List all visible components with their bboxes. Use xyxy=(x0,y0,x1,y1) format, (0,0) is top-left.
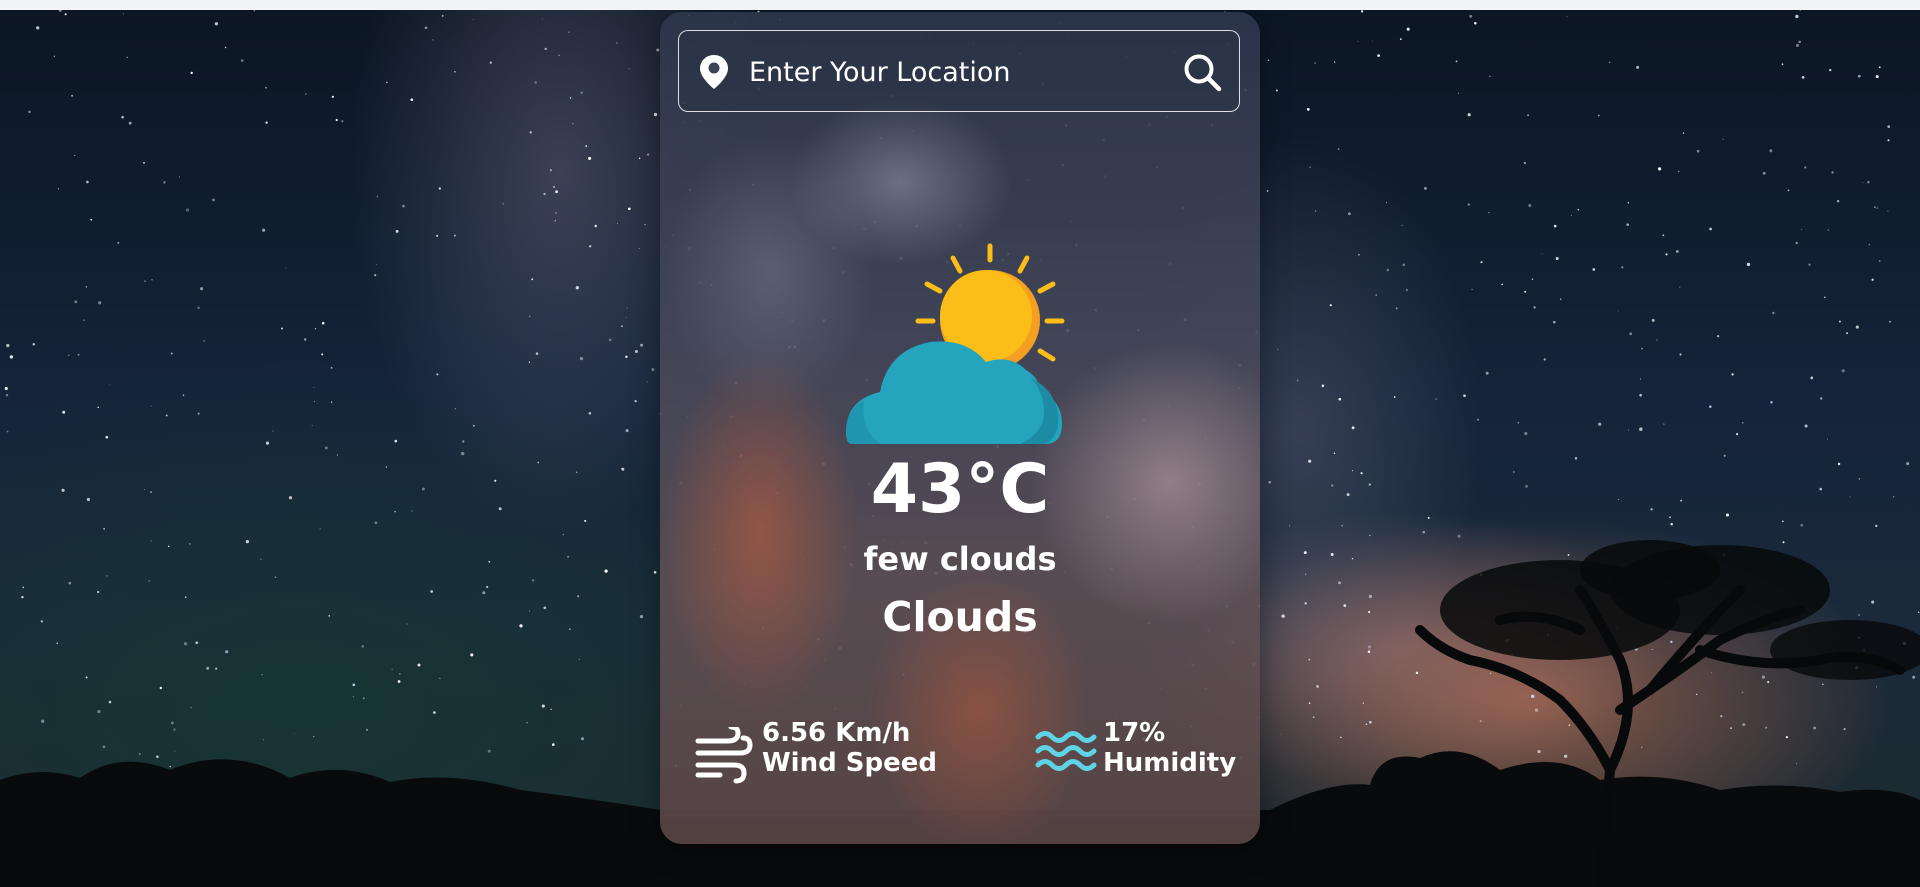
search-bar xyxy=(678,30,1240,112)
wind-icon xyxy=(695,727,753,784)
wind-speed-value: 6.56 Km/h xyxy=(762,718,911,748)
weather-card: 43°C few clouds Clouds 6.56 Km/h Wind Sp… xyxy=(660,12,1260,844)
search-icon xyxy=(1184,54,1222,92)
location-search-input[interactable] xyxy=(747,47,1151,97)
waves-icon xyxy=(1035,731,1097,771)
search-button[interactable] xyxy=(1181,51,1225,95)
humidity-label: Humidity xyxy=(1103,748,1237,778)
sun-behind-cloud-icon xyxy=(846,243,1065,444)
humidity-value: 17% xyxy=(1103,718,1166,748)
wind-speed-label: Wind Speed xyxy=(762,748,937,778)
humidity-stat: 17% Humidity xyxy=(1035,717,1245,787)
browser-top-strip xyxy=(0,0,1920,10)
weather-description: few clouds xyxy=(863,540,1057,578)
temperature-value: 43°C xyxy=(870,450,1050,529)
location-pin-icon xyxy=(700,55,728,89)
wind-speed-stat: 6.56 Km/h Wind Speed xyxy=(694,717,954,787)
weather-main-condition: Clouds xyxy=(882,593,1038,641)
